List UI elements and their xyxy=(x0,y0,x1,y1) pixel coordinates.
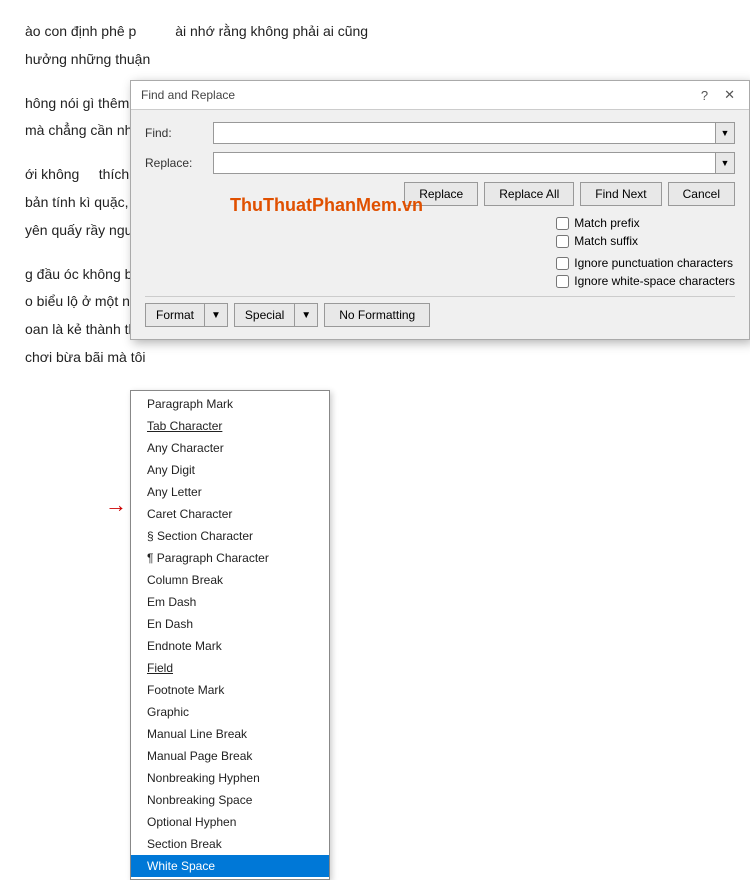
menu-item-manual-page-break[interactable]: Manual Page Break xyxy=(131,745,329,767)
special-dropdown-arrow[interactable]: ▼ xyxy=(294,303,318,327)
replace-button[interactable]: Replace xyxy=(404,182,478,206)
menu-item-endnote-mark[interactable]: Endnote Mark xyxy=(131,635,329,657)
special-button-group: Special ▼ xyxy=(234,303,318,327)
checkbox-col-right: Match prefix Match suffix Ignore punctua… xyxy=(556,216,735,288)
find-input-group: ▼ xyxy=(213,122,735,144)
menu-item-nonbreaking-space[interactable]: Nonbreaking Space xyxy=(131,789,329,811)
no-formatting-button[interactable]: No Formatting xyxy=(324,303,430,327)
menu-item-column-break[interactable]: Column Break xyxy=(131,569,329,591)
ignore-punct-label: Ignore punctuation characters xyxy=(574,256,733,270)
menu-item-section-character[interactable]: § Section Character xyxy=(131,525,329,547)
replace-input[interactable] xyxy=(213,152,715,174)
special-button[interactable]: Special xyxy=(234,303,294,327)
menu-item-field[interactable]: Field xyxy=(131,657,329,679)
special-dropdown-menu: Paragraph Mark Tab Character Any Charact… xyxy=(130,390,330,880)
menu-item-caret-character[interactable]: Caret Character xyxy=(131,503,329,525)
find-replace-dialog: Find and Replace ? ✕ Find: ▼ Replace: ▼ … xyxy=(130,80,750,340)
replace-label: Replace: xyxy=(145,156,205,170)
replace-all-button[interactable]: Replace All xyxy=(484,182,574,206)
format-button-group: Format ▼ xyxy=(145,303,228,327)
match-suffix-checkbox[interactable] xyxy=(556,235,569,248)
menu-item-any-letter[interactable]: Any Letter xyxy=(131,481,329,503)
find-next-button[interactable]: Find Next xyxy=(580,182,661,206)
replace-dropdown-arrow[interactable]: ▼ xyxy=(715,152,735,174)
menu-item-en-dash[interactable]: En Dash xyxy=(131,613,329,635)
format-dropdown-arrow[interactable]: ▼ xyxy=(204,303,228,327)
menu-item-any-character[interactable]: Any Character xyxy=(131,437,329,459)
menu-item-nonbreaking-hyphen[interactable]: Nonbreaking Hyphen xyxy=(131,767,329,789)
menu-item-any-digit[interactable]: Any Digit xyxy=(131,459,329,481)
menu-item-footnote-mark[interactable]: Footnote Mark xyxy=(131,679,329,701)
menu-item-em-dash[interactable]: Em Dash xyxy=(131,591,329,613)
menu-item-tab-character[interactable]: Tab Character xyxy=(131,415,329,437)
find-input[interactable] xyxy=(213,122,715,144)
dialog-titlebar: Find and Replace ? ✕ xyxy=(131,81,749,110)
find-dropdown-arrow[interactable]: ▼ xyxy=(715,122,735,144)
ignore-space-checkbox[interactable] xyxy=(556,275,569,288)
ignore-punct-checkbox[interactable] xyxy=(556,257,569,270)
find-label: Find: xyxy=(145,126,205,140)
menu-item-optional-hyphen[interactable]: Optional Hyphen xyxy=(131,811,329,833)
match-suffix-label: Match suffix xyxy=(574,234,638,248)
format-button[interactable]: Format xyxy=(145,303,204,327)
close-button[interactable]: ✕ xyxy=(720,87,739,103)
ignore-space-label: Ignore white-space characters xyxy=(574,274,735,288)
menu-item-section-break[interactable]: Section Break xyxy=(131,833,329,855)
menu-item-white-space[interactable]: White Space xyxy=(131,855,329,877)
cancel-button[interactable]: Cancel xyxy=(668,182,735,206)
menu-item-paragraph-mark[interactable]: Paragraph Mark xyxy=(131,393,329,415)
arrow-icon: → xyxy=(105,492,127,518)
match-prefix-checkbox[interactable] xyxy=(556,217,569,230)
replace-input-group: ▼ xyxy=(213,152,735,174)
menu-item-manual-line-break[interactable]: Manual Line Break xyxy=(131,723,329,745)
menu-item-graphic[interactable]: Graphic xyxy=(131,701,329,723)
help-button[interactable]: ? xyxy=(697,87,712,103)
match-prefix-label: Match prefix xyxy=(574,216,639,230)
menu-item-paragraph-character[interactable]: ¶ Paragraph Character xyxy=(131,547,329,569)
dialog-title: Find and Replace xyxy=(141,88,235,102)
